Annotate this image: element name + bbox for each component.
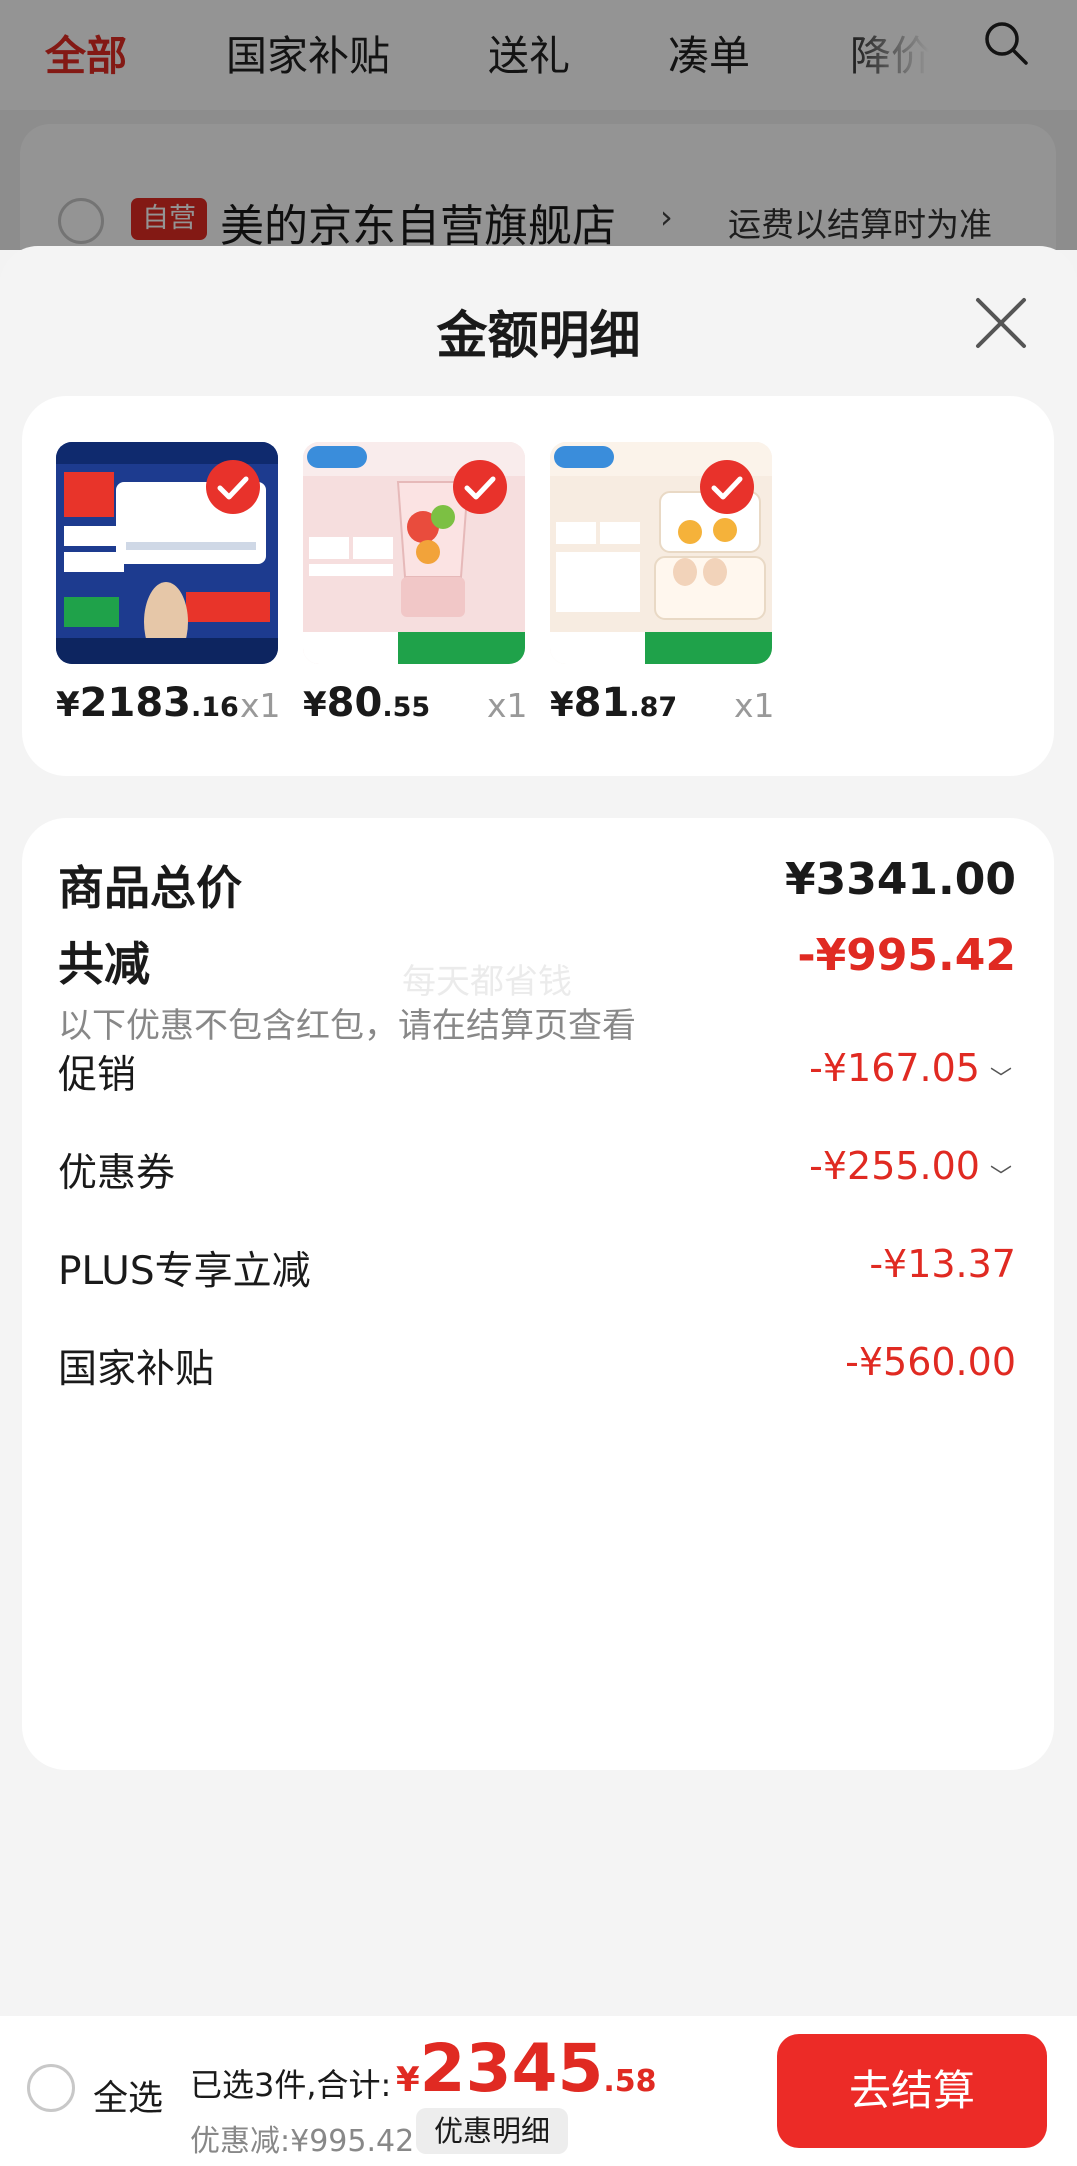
selected-summary: 已选3件,合计: xyxy=(190,2066,392,2104)
plus-discount-label: PLUS专享立减 xyxy=(58,1249,311,1294)
product-price: ¥80.55 xyxy=(303,680,431,726)
product-list-card: ¥2183.16 x1 ¥80.55 x1 ¥81.87 x1 xyxy=(22,396,1054,776)
saved-amount: 优惠减:¥995.42 xyxy=(190,2124,415,2159)
checked-icon xyxy=(700,460,754,514)
select-all-label[interactable]: 全选 xyxy=(93,2070,163,2121)
modal-overlay[interactable] xyxy=(0,0,1077,250)
total-reduction-value: -¥995.42 xyxy=(797,930,1016,981)
total-price-value: ¥3341.00 xyxy=(784,854,1016,905)
product-qty: x1 xyxy=(240,686,281,725)
watermark-text: 每天都省钱 xyxy=(402,962,572,1002)
national-subsidy-label: 国家补贴 xyxy=(58,1347,215,1392)
close-icon[interactable] xyxy=(972,294,1030,352)
total-amount: ¥2345.58 xyxy=(396,2030,657,2107)
sheet-title: 金额明细 xyxy=(436,307,641,366)
select-all-radio[interactable] xyxy=(27,2064,75,2112)
plus-discount-value: -¥13.37 xyxy=(869,1242,1016,1286)
product-price: ¥81.87 xyxy=(550,680,678,726)
promotion-value: -¥167.05 xyxy=(809,1046,980,1090)
product-price: ¥2183.16 xyxy=(56,680,239,726)
coupon-row[interactable]: -¥255.00 ﹀ xyxy=(809,1144,1012,1191)
promotion-label: 促销 xyxy=(58,1053,137,1098)
chevron-down-icon[interactable]: ﹀ xyxy=(990,1061,1012,1093)
product-qty: x1 xyxy=(487,686,528,725)
discount-detail-button[interactable]: 优惠明细 xyxy=(416,2108,568,2154)
coupon-value: -¥255.00 xyxy=(809,1144,980,1188)
product-qty: x1 xyxy=(734,686,775,725)
amount-detail-sheet: 金额明细 ¥2183.16 x1 ¥80.55 x1 ¥81.87 x1 商品总… xyxy=(0,246,1077,2016)
checkout-button[interactable]: 去结算 xyxy=(777,2034,1047,2148)
checkout-bar: 全选 已选3件,合计: ¥2345.58 优惠减:¥995.42 优惠明细 去结… xyxy=(0,2016,1077,2166)
promotion-row[interactable]: -¥167.05 ﹀ xyxy=(809,1046,1012,1093)
checked-icon xyxy=(206,460,260,514)
checked-icon xyxy=(453,460,507,514)
national-subsidy-value: -¥560.00 xyxy=(845,1340,1016,1384)
total-reduction-label: 共减 xyxy=(58,937,150,991)
amount-summary-card: 商品总价 ¥3341.00 共减 -¥995.42 以下优惠不包含红包，请在结算… xyxy=(22,818,1054,1770)
total-price-label: 商品总价 xyxy=(58,861,242,915)
coupon-label: 优惠券 xyxy=(58,1151,176,1196)
chevron-down-icon[interactable]: ﹀ xyxy=(990,1159,1012,1191)
reduction-hint: 以下优惠不包含红包，请在结算页查看 xyxy=(58,1006,636,1046)
